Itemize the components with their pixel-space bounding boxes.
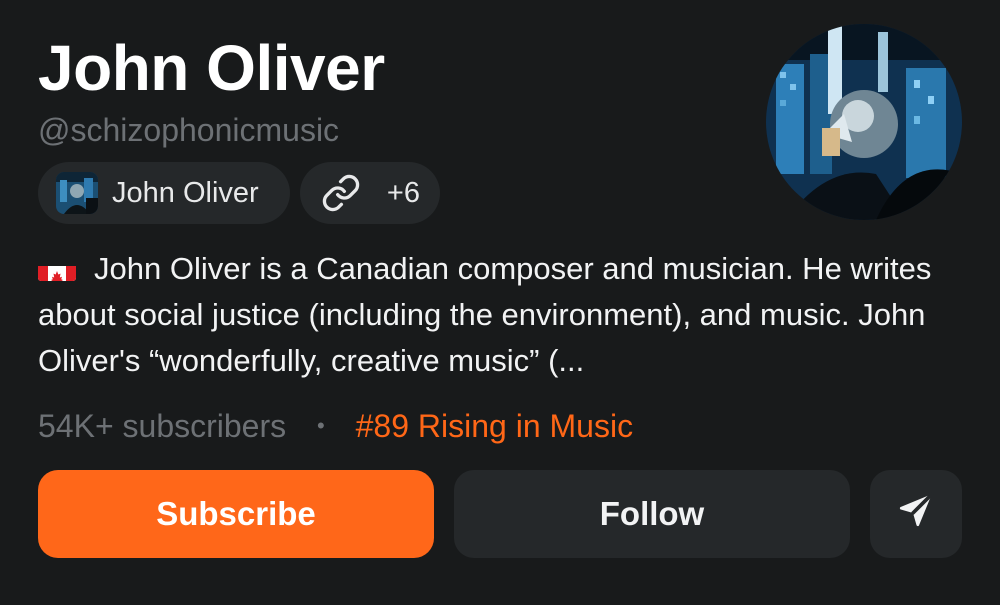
subscriber-count: 54K+ subscribers [38, 408, 287, 444]
profile-chip[interactable]: John Oliver [38, 162, 290, 224]
link-icon [320, 172, 362, 214]
send-icon [896, 490, 936, 538]
subscribe-button[interactable]: Subscribe [38, 470, 434, 558]
links-chip[interactable]: +6 [300, 162, 440, 224]
profile-bio: John Oliver is a Canadian composer and m… [38, 246, 968, 384]
profile-chip-thumbnail [56, 172, 98, 214]
share-button[interactable] [870, 470, 962, 558]
stats-separator: • [317, 413, 325, 438]
follow-button[interactable]: Follow [454, 470, 850, 558]
profile-stats: 54K+ subscribers • #89 Rising in Music [38, 404, 633, 448]
links-count: +6 [386, 176, 420, 209]
avatar[interactable] [766, 24, 962, 220]
rising-rank-link[interactable]: #89 Rising in Music [356, 408, 633, 444]
profile-chip-label: John Oliver [112, 176, 259, 209]
canada-flag-icon [38, 257, 76, 281]
profile-handle: @schizophonicmusic [38, 112, 340, 148]
profile-chips: John Oliver +6 [38, 162, 440, 224]
profile-bio-text: John Oliver is a Canadian composer and m… [38, 251, 932, 378]
profile-name: John Oliver [38, 32, 385, 104]
